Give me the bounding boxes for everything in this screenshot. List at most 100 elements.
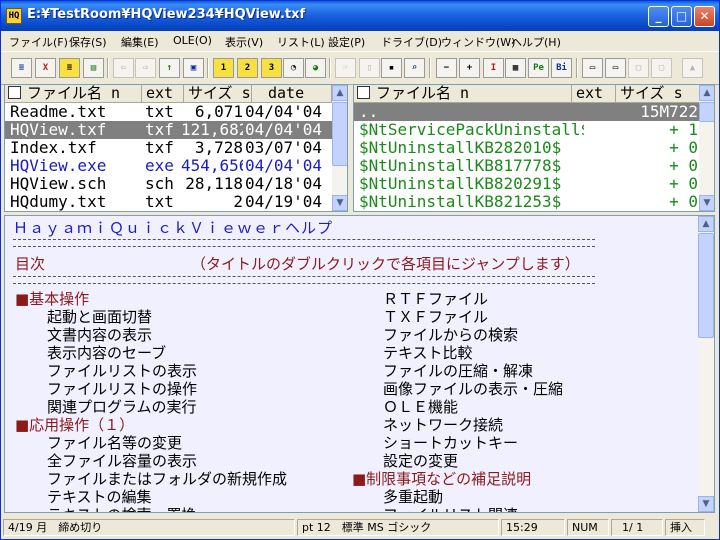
menu-view[interactable]: 表示(V): [225, 34, 263, 50]
file-name: Index.txf: [10, 139, 97, 157]
menu-settings[interactable]: 設定(P): [328, 34, 365, 50]
table-row[interactable]: .. 15M722: [354, 103, 700, 121]
scroll-down-icon[interactable]: ▼: [332, 195, 347, 211]
copy-b-icon[interactable]: ▢: [651, 58, 672, 78]
menu-ole[interactable]: OLE(O): [173, 34, 212, 47]
file-size: 121,682: [181, 121, 243, 139]
1-icon[interactable]: 1: [213, 58, 234, 78]
forward-arrow-icon[interactable]: ⇨: [135, 58, 156, 78]
globe-icon[interactable]: ◕: [305, 58, 326, 78]
scroll-thumb[interactable]: [332, 102, 347, 166]
help-scrollbar[interactable]: ▲ ▼: [698, 216, 714, 512]
column-header-size[interactable]: サイズ s: [184, 85, 252, 103]
table-row[interactable]: HQView.exe exe 454,656 04/04'04: [5, 157, 332, 175]
scroll-down-icon[interactable]: ▼: [699, 195, 714, 211]
scroll-up-icon[interactable]: ▲: [699, 85, 714, 101]
close-button[interactable]: ✕: [694, 6, 715, 27]
scroll-thumb[interactable]: [699, 102, 714, 122]
file-size: + 0: [669, 139, 698, 157]
2-icon[interactable]: 2: [237, 58, 258, 78]
scroll-thumb[interactable]: [698, 233, 714, 338]
up-icon[interactable]: ▲: [682, 58, 703, 78]
left-file-list[interactable]: ファイル名 n ext サイズ s date Readme.txt txt 6,07…: [4, 84, 348, 212]
table-row[interactable]: Index.txf txf 3,728 03/07'04: [5, 139, 332, 157]
app-icon[interactable]: HQ: [6, 8, 22, 24]
title-bar[interactable]: HQ E:¥TestRoom¥HQView234¥HQView.txf _ □ …: [1, 1, 719, 31]
window-b-icon[interactable]: ▭: [605, 58, 626, 78]
3-icon[interactable]: 3: [261, 58, 282, 78]
table-row[interactable]: HQdumy.txt txt 2 04/19'04: [5, 193, 332, 211]
back-arrow-icon[interactable]: ⇦: [113, 58, 134, 78]
scroll-up-icon[interactable]: ▲: [698, 216, 714, 232]
column-header-ext[interactable]: ext: [572, 85, 616, 103]
table-row[interactable]: $NtUninstallKB282010$ + 0: [354, 139, 700, 157]
menu-save[interactable]: 保存(S): [69, 34, 107, 50]
plus-icon[interactable]: +: [459, 58, 480, 78]
select-all-checkbox[interactable]: [8, 86, 21, 99]
x-icon[interactable]: X: [35, 58, 56, 78]
file-size: 3,728: [194, 139, 243, 157]
minimize-button[interactable]: _: [648, 6, 669, 27]
menu-list[interactable]: リスト(L): [277, 34, 325, 50]
scroll-up-icon[interactable]: ▲: [332, 85, 347, 101]
list-yellow-icon[interactable]: ≡: [59, 58, 80, 78]
toc-label[interactable]: 目次: [15, 253, 45, 274]
window-a-icon[interactable]: ▭: [582, 58, 603, 78]
toc-link[interactable]: ファイルリスト関連: [383, 504, 518, 512]
toolbar: ≡ X ≡ ▤ ⇦ ⇨ ↑ ▣ 1 2 3 ◔ ◕ ☞ ▯ ▪ ⌕ − + I …: [1, 51, 719, 85]
table-row[interactable]: $NtUninstallKB821253$ + 0: [354, 193, 700, 211]
find-icon[interactable]: ⌕: [404, 58, 425, 78]
toolbar-separator: [329, 58, 331, 78]
file-size: + 0: [669, 175, 698, 193]
right-file-list[interactable]: ファイル名 n ext サイズ s .. 15M722 $NtServicePac…: [353, 84, 715, 212]
menu-edit[interactable]: 編集(E): [121, 34, 159, 50]
file-date: 04/19'04: [245, 193, 323, 211]
menu-help[interactable]: ヘルプ(H): [511, 34, 561, 50]
scroll-down-icon[interactable]: ▼: [698, 496, 714, 512]
file-name: $NtUninstallKB282010$: [359, 139, 562, 157]
table-row[interactable]: $NtServicePackUninstall$ + 1: [354, 121, 700, 139]
select-all-checkbox[interactable]: [357, 86, 370, 99]
table-row[interactable]: $NtUninstallKB820291$ + 0: [354, 175, 700, 193]
hand-icon[interactable]: ☞: [335, 58, 356, 78]
maximize-button[interactable]: □: [671, 6, 692, 27]
bi-icon[interactable]: Bi: [551, 58, 572, 78]
menu-file[interactable]: ファイル(F): [9, 34, 68, 50]
table-row[interactable]: HQView.txf txf 121,682 04/04'04: [5, 121, 332, 139]
table-row[interactable]: $NtUninstallKB817778$ + 0: [354, 157, 700, 175]
doc-icon[interactable]: ▯: [359, 58, 380, 78]
column-header-name[interactable]: ファイル名 n: [5, 85, 142, 103]
main-window: HQ E:¥TestRoom¥HQView234¥HQView.txf _ □ …: [0, 0, 720, 540]
file-name: HQView.sch: [10, 175, 107, 193]
monitor-icon[interactable]: ▣: [183, 58, 204, 78]
column-header-size[interactable]: サイズ s: [616, 85, 700, 103]
copy-a-icon[interactable]: ▢: [628, 58, 649, 78]
list-icon[interactable]: ≡: [11, 58, 32, 78]
refresh-doc-icon[interactable]: ◔: [283, 58, 304, 78]
left-list-scrollbar[interactable]: ▲ ▼: [332, 85, 347, 211]
minus-icon[interactable]: −: [436, 58, 457, 78]
pe-icon[interactable]: Pe: [528, 58, 549, 78]
column-header-date[interactable]: date: [252, 85, 332, 103]
column-header-name[interactable]: ファイル名 n: [354, 85, 572, 103]
file-date: 04/04'04: [245, 103, 323, 121]
list-2-icon[interactable]: ▤: [83, 58, 104, 78]
table-row[interactable]: Readme.txt txt 6,071 04/04'04: [5, 103, 332, 121]
table-row[interactable]: HQView.sch sch 28,118 04/18'04: [5, 175, 332, 193]
right-list-scrollbar[interactable]: ▲ ▼: [699, 85, 714, 211]
status-page: 1/ 1: [611, 519, 663, 536]
grid-icon[interactable]: ▦: [505, 58, 526, 78]
up-folder-icon[interactable]: ↑: [159, 58, 180, 78]
i-icon[interactable]: I: [483, 58, 504, 78]
file-size: + 1: [669, 121, 698, 139]
file-date: 03/07'04: [245, 139, 323, 157]
toc-hint: （タイトルのダブルクリックで各項目にジャンプします）: [191, 255, 580, 273]
column-header-ext[interactable]: ext: [142, 85, 184, 103]
status-time: 15:29: [501, 519, 565, 536]
save-icon[interactable]: ▪: [381, 58, 402, 78]
menu-window[interactable]: ウィンドウ(W): [441, 34, 515, 50]
help-document-pane[interactable]: ＨａｙａｍｉＱｕｉｃｋＶｉｅｗｅｒヘルプ 目次 （タイトルのダブルクリックで各項…: [4, 215, 715, 513]
menu-drive[interactable]: ドライブ(D): [381, 34, 442, 50]
file-date: 04/04'04: [245, 121, 323, 139]
toc-link[interactable]: テキストの検索・置換: [47, 504, 197, 512]
